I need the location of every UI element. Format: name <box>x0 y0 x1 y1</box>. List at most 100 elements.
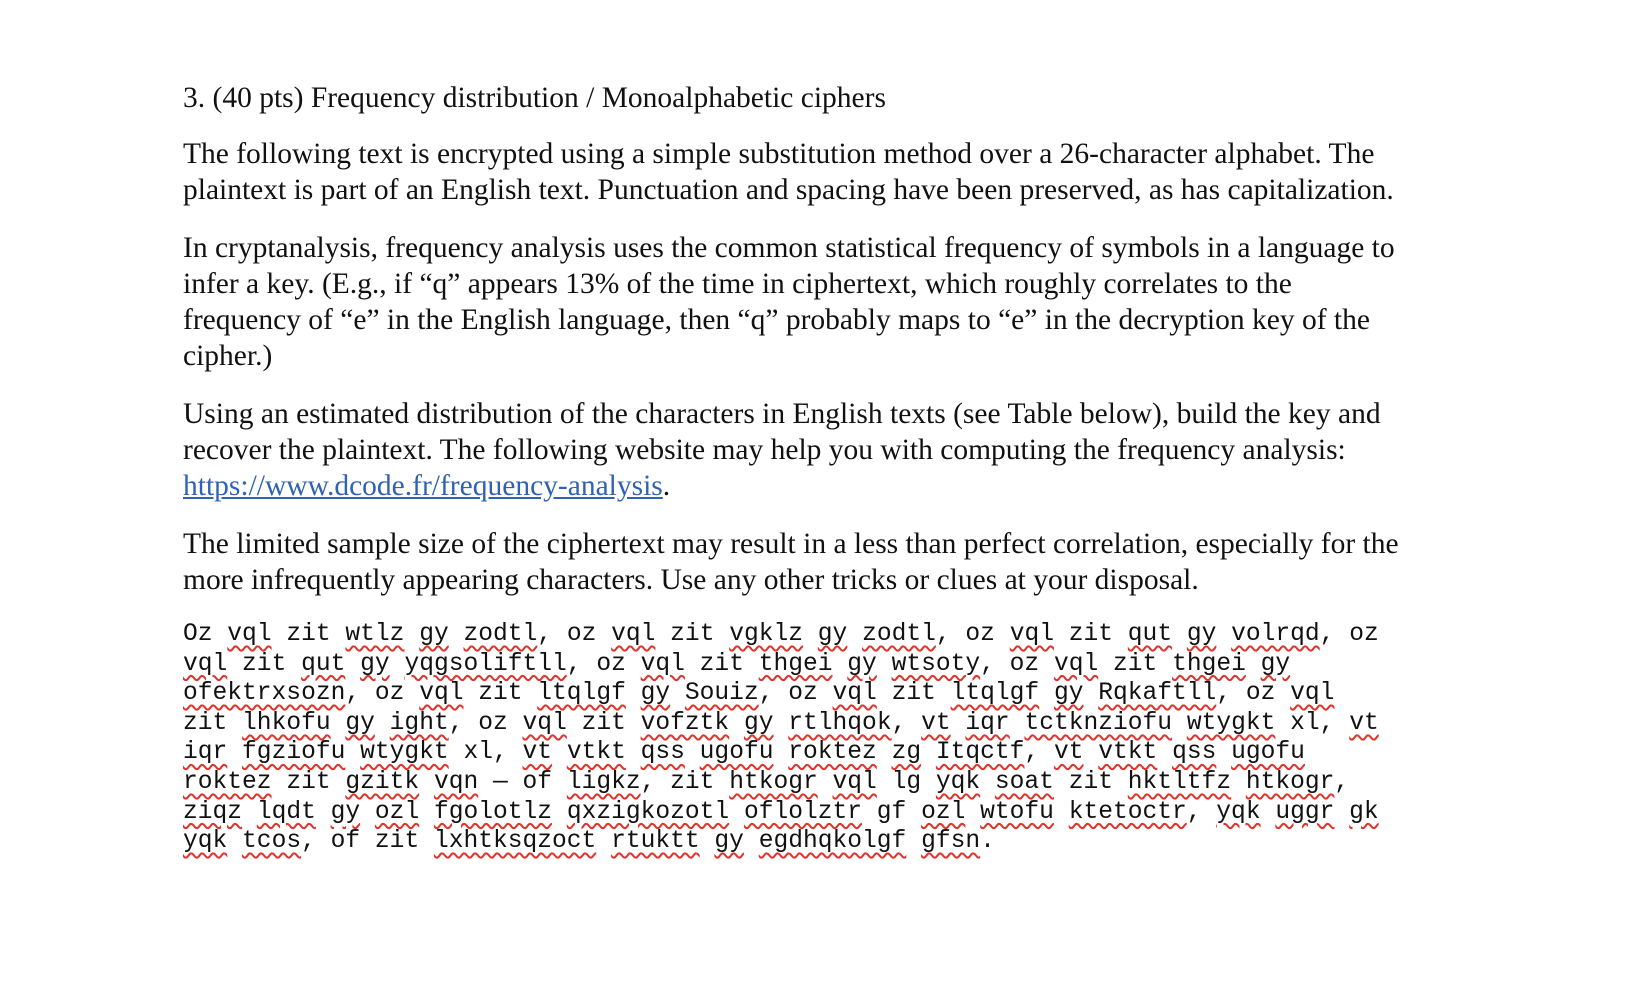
cipher-word: zit <box>891 680 936 708</box>
cipher-word: gf <box>876 798 907 826</box>
cipher-punctuation: , <box>301 828 316 856</box>
cipher-word: xl <box>1290 709 1320 737</box>
cipher-word: egdhqkolgf <box>758 828 907 856</box>
cipher-punctuation: . <box>980 828 995 856</box>
cipher-punctuation: , <box>1319 709 1335 737</box>
cipher-word: htkogr <box>729 768 818 796</box>
cipher-word: zg <box>891 739 922 767</box>
cipher-word: gy <box>1053 680 1084 708</box>
cipher-word: gk <box>1349 798 1379 826</box>
cipher-word: iqr <box>965 709 1010 737</box>
cipher-word: qss <box>1172 739 1217 767</box>
cipher-word: lxhtksqzoct <box>433 828 597 856</box>
cipher-word: zit <box>286 621 331 648</box>
cipher-word: ugofu <box>699 739 774 767</box>
cipher-punctuation: , <box>980 650 995 678</box>
cipher-word: qut <box>1127 621 1173 648</box>
paragraph-sample-size-note: The limited sample size of the ciphertex… <box>183 528 1399 596</box>
cipher-word: rtuktt <box>611 828 700 856</box>
cipher-word: vql <box>227 621 272 648</box>
paragraph-intro: The following text is encrypted using a … <box>183 138 1394 206</box>
cipher-word: zit <box>670 621 715 648</box>
cipher-word: ugofu <box>1231 739 1305 767</box>
cipher-punctuation: , <box>448 709 464 737</box>
cipher-word: Oz <box>183 621 213 648</box>
cipher-punctuation: , <box>345 680 361 708</box>
cipher-word: — <box>492 768 508 796</box>
cipher-word: roktez <box>788 739 877 767</box>
dcode-frequency-analysis-link[interactable]: https://www.dcode.fr/frequency-analysis <box>183 470 663 502</box>
cipher-word: gy <box>419 621 449 648</box>
cipher-word: vql <box>1053 650 1099 678</box>
cipher-word: gy <box>1260 650 1291 678</box>
instructions-text: Using an estimated distribution of the c… <box>183 398 1381 466</box>
cipher-word: vql <box>522 709 567 737</box>
cipher-word: oz <box>965 621 995 648</box>
cipher-word: of <box>330 828 361 856</box>
cipher-word: oz <box>596 650 626 678</box>
cipher-word: ozl <box>374 798 420 826</box>
cipher-word: uggr <box>1275 798 1335 826</box>
cipher-word: vql <box>832 768 877 796</box>
cipher-word: fgolotlz <box>433 798 553 826</box>
cipher-word: vt <box>522 739 553 767</box>
cipher-word: lhkofu <box>242 709 331 737</box>
cipher-word: yqk <box>183 828 228 856</box>
cipher-punctuation: , <box>1319 621 1335 648</box>
paragraph-instructions: Using an estimated distribution of the c… <box>183 396 1403 504</box>
cipher-word: vt <box>1349 709 1379 737</box>
cipher-word: tctknziofu <box>1024 709 1173 737</box>
cipher-word: zit <box>183 709 228 737</box>
cipher-word: ligkz <box>566 768 641 796</box>
cipher-punctuation: , <box>492 739 508 767</box>
cipher-word: oz <box>566 621 597 648</box>
cipher-word: lg <box>891 768 922 796</box>
cipher-word: vql <box>419 680 464 708</box>
cipher-word: vql <box>1009 621 1054 648</box>
cipher-word: lqdt <box>256 798 316 826</box>
cipher-word: vql <box>1290 680 1335 708</box>
cipher-punctuation: , <box>891 709 907 737</box>
cipher-word: of <box>522 768 553 796</box>
cipher-word: ltqlgf <box>537 680 626 708</box>
cipher-word: zit <box>1068 768 1113 796</box>
cipher-word: thgei <box>1172 650 1246 678</box>
cipher-punctuation: , <box>758 680 774 708</box>
cipher-word: volrqd <box>1231 621 1320 648</box>
cipher-word: gzitk <box>345 768 420 796</box>
cipher-word: oz <box>788 680 818 708</box>
cipher-word: qxzigkozotl <box>566 798 730 826</box>
cipher-word: gy <box>847 650 877 678</box>
cipher-word: oz <box>1009 650 1040 678</box>
paragraph-frequency-analysis: In cryptanalysis, frequency analysis use… <box>183 232 1395 372</box>
cipher-word: wtygkt <box>1186 709 1276 737</box>
cipher-word: wtygkt <box>360 739 449 767</box>
cipher-word: iqr <box>183 739 228 767</box>
cipher-word: vql <box>640 650 685 678</box>
cipher-word: wtsoty <box>891 650 981 678</box>
cipher-punctuation: , <box>640 768 656 796</box>
cipher-word: htkogr <box>1245 768 1335 796</box>
cipher-punctuation: , <box>1186 798 1202 826</box>
cipher-word: vql <box>611 621 656 648</box>
cipher-word: gy <box>360 650 390 678</box>
cipher-word: soat <box>994 768 1054 796</box>
cipher-word: ozl <box>921 798 966 826</box>
cipher-word: zit <box>374 828 420 856</box>
cipher-word: yqk <box>1216 798 1261 826</box>
cipher-word: oz <box>1245 680 1276 708</box>
instructions-period: . <box>662 470 671 502</box>
cipher-word: roktez <box>183 768 272 796</box>
cipher-word: zodtl <box>463 621 538 648</box>
cipher-word: Rqkaftll <box>1098 680 1217 708</box>
cipher-word: gy <box>345 709 375 737</box>
cipher-word: yqgsoliftll <box>404 650 567 678</box>
cipher-word: gy <box>330 798 361 826</box>
cipher-word: zit <box>581 709 626 737</box>
cipher-word: qss <box>640 739 685 767</box>
cipher-punctuation: , <box>566 650 582 678</box>
cipher-word: vgklz <box>729 621 804 648</box>
cipher-word: ight <box>389 709 449 737</box>
cipher-word: vql <box>183 650 228 678</box>
cipher-word: qut <box>301 650 346 678</box>
